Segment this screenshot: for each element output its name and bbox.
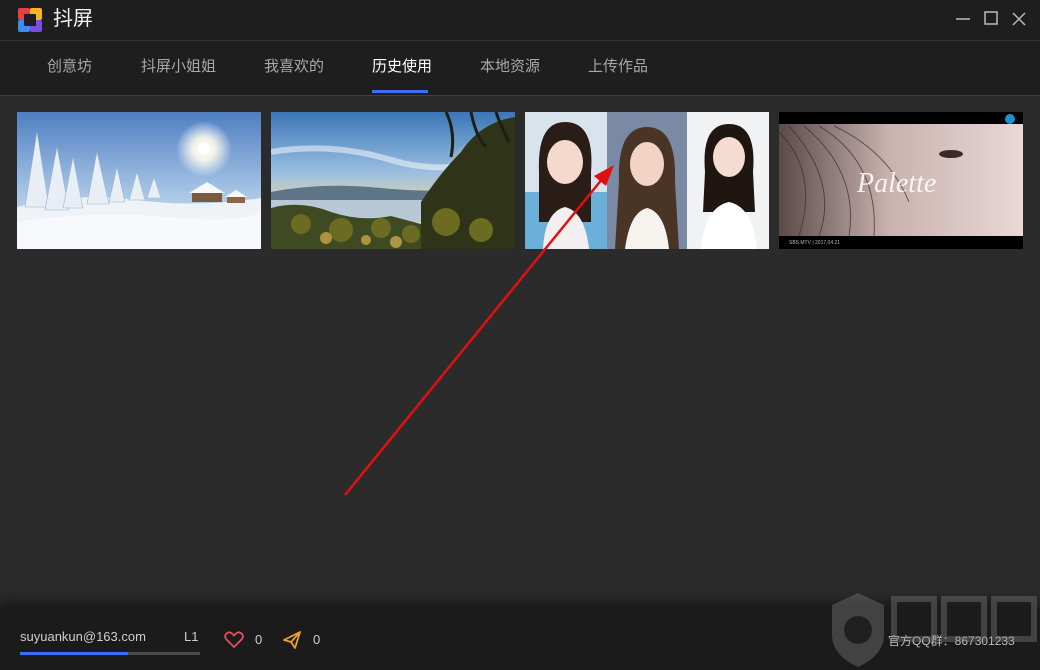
active-tab-indicator bbox=[372, 90, 428, 93]
thumbnail-portrait-collage[interactable] bbox=[525, 112, 769, 249]
shares-count: 0 bbox=[313, 632, 321, 647]
title-bar: 抖屏 bbox=[0, 0, 1040, 40]
tab-local-resources[interactable]: 本地资源 bbox=[480, 41, 540, 95]
watermark-logo-icon bbox=[832, 593, 1037, 667]
palette-caption: SBS MTV | 2017.04.21 bbox=[789, 240, 840, 246]
palette-overlay-text: Palette bbox=[856, 168, 936, 199]
level-progress-fill bbox=[20, 652, 128, 655]
tab-upload-works[interactable]: 上传作品 bbox=[588, 41, 648, 95]
user-level: L1 bbox=[184, 629, 199, 644]
tab-doupin-xiaojiejie[interactable]: 抖屏小姐姐 bbox=[141, 41, 216, 95]
tab-favorites[interactable]: 我喜欢的 bbox=[264, 41, 324, 95]
heart-icon[interactable] bbox=[223, 629, 245, 651]
app-logo-icon bbox=[18, 8, 42, 32]
paper-plane-icon[interactable] bbox=[281, 629, 303, 651]
annotation-arrow bbox=[344, 165, 614, 496]
likes-count: 0 bbox=[255, 632, 263, 647]
minimize-icon[interactable] bbox=[952, 8, 974, 30]
user-email[interactable]: suyuankun@163.com bbox=[20, 629, 146, 644]
thumbnail-lake-sunset[interactable] bbox=[271, 112, 515, 249]
close-icon[interactable] bbox=[1008, 8, 1030, 30]
app-title: 抖屏 bbox=[53, 8, 93, 30]
thumbnail-snow-landscape[interactable] bbox=[17, 112, 261, 249]
maximize-icon[interactable] bbox=[980, 8, 1002, 30]
thumbnail-palette-video[interactable]: Palette SBS MTV | 2017.04.21 bbox=[779, 112, 1023, 249]
tab-bar: 创意坊 抖屏小姐姐 我喜欢的 历史使用 本地资源 上传作品 bbox=[0, 40, 1040, 96]
tab-history[interactable]: 历史使用 bbox=[372, 41, 432, 95]
level-progress-bar bbox=[20, 652, 200, 655]
tab-chuangyifang[interactable]: 创意坊 bbox=[47, 41, 92, 95]
